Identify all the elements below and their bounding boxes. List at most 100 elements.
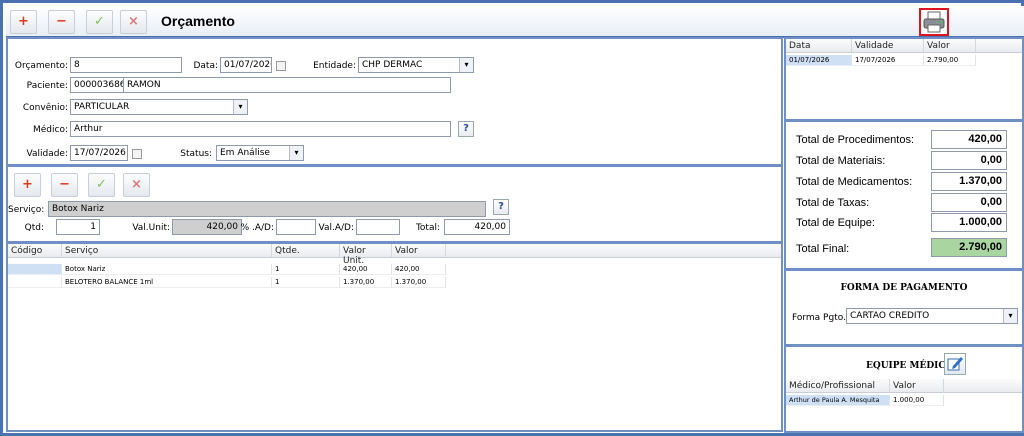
table-cell[interactable] [8,264,62,275]
forma-pgto-value: CARTAO CREDITO [850,311,930,321]
orcamento-label: Orçamento: [14,61,68,71]
table-cell[interactable]: 17/07/2026 [852,55,924,66]
col-header-validade[interactable]: Validade [852,39,924,53]
page-title: Orçamento [161,13,235,29]
total-taxas-field: 0,00 [931,193,1007,212]
team-panel: EQUIPE MÉDICA Médico/Profissional Valor … [784,345,1024,433]
chevron-down-icon: ▾ [233,100,247,114]
print-button[interactable] [919,8,949,36]
history-table: Data Validade Valor 01/07/2026 17/07/202… [784,37,1024,121]
entidade-label: Entidade: [313,61,356,71]
total-taxas-label: Total de Taxas: [796,197,870,209]
val-ad-field[interactable] [356,219,400,235]
forma-pgto-select[interactable]: CARTAO CREDITO ▾ [846,308,1018,324]
validade-field[interactable]: 17/07/2026 [70,145,128,161]
total-materiais-label: Total de Materiais: [796,155,886,167]
table-cell[interactable]: 1.000,00 [890,395,944,406]
header-form-panel: Orçamento: 8 Data: 01/07/2026 Entidade: … [6,37,783,166]
chevron-down-icon: ▾ [459,58,473,72]
cancel-button[interactable]: × [120,10,147,34]
servico-help-button[interactable]: ? [493,199,509,215]
col-header-qtde[interactable]: Qtde. [272,244,340,258]
remove-button[interactable]: − [48,10,75,34]
validade-label: Validade: [26,149,68,159]
table-cell[interactable]: 1 [272,277,340,288]
total-label: Total: [415,223,440,233]
table-cell[interactable]: Arthur de Paula A. Mesquita [786,395,890,406]
table-cell[interactable]: 1.370,00 [340,277,392,288]
total-equipe-field: 1.000,00 [931,213,1007,232]
col-header-filler [976,39,1022,53]
items-table: Código Serviço Qtde. Valor Unit. Valor B… [6,242,783,432]
servico-label: Serviço: [8,205,45,215]
edit-team-button[interactable] [944,353,966,375]
col-header-filler [446,244,781,258]
cancel-service-button[interactable]: × [123,173,150,197]
col-header-filler [944,379,1022,393]
col-header-medico[interactable]: Médico/Profissional [786,379,890,393]
payment-title: FORMA DE PAGAMENTO [840,283,968,293]
confirm-button[interactable]: ✓ [86,10,113,34]
paciente-code-field[interactable]: 0000036865 [70,77,124,93]
table-cell[interactable]: 2.790,00 [924,55,976,66]
status-label: Status: [180,149,212,159]
medico-help-button[interactable]: ? [458,121,474,137]
table-cell[interactable] [8,277,62,288]
col-header-valor-unit[interactable]: Valor Unit. [340,244,392,266]
col-header-codigo[interactable]: Código [8,244,62,258]
entidade-value: CHP DERMAC [362,60,423,70]
table-cell[interactable]: 01/07/2026 [786,55,852,66]
table-cell[interactable]: Botox Nariz [62,264,272,275]
total-materiais-field: 0,00 [931,151,1007,170]
total-final-label: Total Final: [796,243,850,255]
add-button[interactable]: + [10,10,37,34]
table-cell[interactable]: 420,00 [392,264,446,275]
total-medicamentos-label: Total de Medicamentos: [796,176,913,188]
total-procedimentos-label: Total de Procedimentos: [796,134,915,146]
valunit-field[interactable]: 420,00 [172,219,242,235]
forma-pgto-label: Forma Pgto.: [792,313,849,323]
totals-panel: Total de Procedimentos: 420,00 Total de … [784,120,1024,270]
status-select[interactable]: Em Análise ▾ [216,145,304,161]
entidade-select[interactable]: CHP DERMAC ▾ [358,57,474,73]
data-label: Data: [193,61,218,71]
pencil-edit-icon [947,357,963,371]
chevron-down-icon: ▾ [289,146,303,160]
val-ad-label: Val.A/D: [318,223,355,233]
col-header-valor[interactable]: Valor [924,39,976,53]
qtd-label: Qtd: [24,223,44,233]
total-field[interactable]: 420,00 [444,219,510,235]
convenio-value: PARTICULAR [74,102,130,112]
col-header-servico[interactable]: Serviço [62,244,272,258]
table-cell[interactable]: 1 [272,264,340,275]
payment-panel: FORMA DE PAGAMENTO Forma Pgto.: CARTAO C… [784,269,1024,346]
percent-ad-label: % .A/D: [240,223,274,233]
table-cell[interactable]: BELOTERO BALANCE 1ml [62,277,272,288]
printer-icon [923,11,945,33]
paciente-name-field[interactable]: RAMON [123,77,451,93]
col-header-valor[interactable]: Valor [392,244,446,258]
calendar-icon[interactable] [276,61,286,71]
servico-field[interactable]: Botox Nariz [48,201,486,217]
table-cell[interactable]: 1.370,00 [392,277,446,288]
data-field[interactable]: 01/07/2026 [220,57,272,73]
col-header-data[interactable]: Data [786,39,852,53]
convenio-label: Convênio: [22,103,68,113]
medico-label: Médico: [32,125,68,135]
total-equipe-label: Total de Equipe: [796,217,875,229]
col-header-valor[interactable]: Valor [890,379,944,393]
orcamento-field[interactable]: 8 [70,57,182,73]
convenio-select[interactable]: PARTICULAR ▾ [70,99,248,115]
add-service-button[interactable]: + [14,173,41,197]
percent-ad-field[interactable] [276,219,316,235]
medico-field[interactable]: Arthur [70,121,451,137]
qtd-field[interactable]: 1 [56,219,100,235]
table-cell[interactable]: 420,00 [340,264,392,275]
total-final-field: 2.790,00 [931,238,1007,257]
calendar-icon[interactable] [132,149,142,159]
team-title: EQUIPE MÉDICA [866,361,953,371]
confirm-service-button[interactable]: ✓ [88,173,115,197]
window-frame: + − ✓ × Orçamento Orçamento: 8 Data: 01/… [0,0,1024,436]
total-medicamentos-field: 1.370,00 [931,172,1007,191]
remove-service-button[interactable]: − [51,173,78,197]
